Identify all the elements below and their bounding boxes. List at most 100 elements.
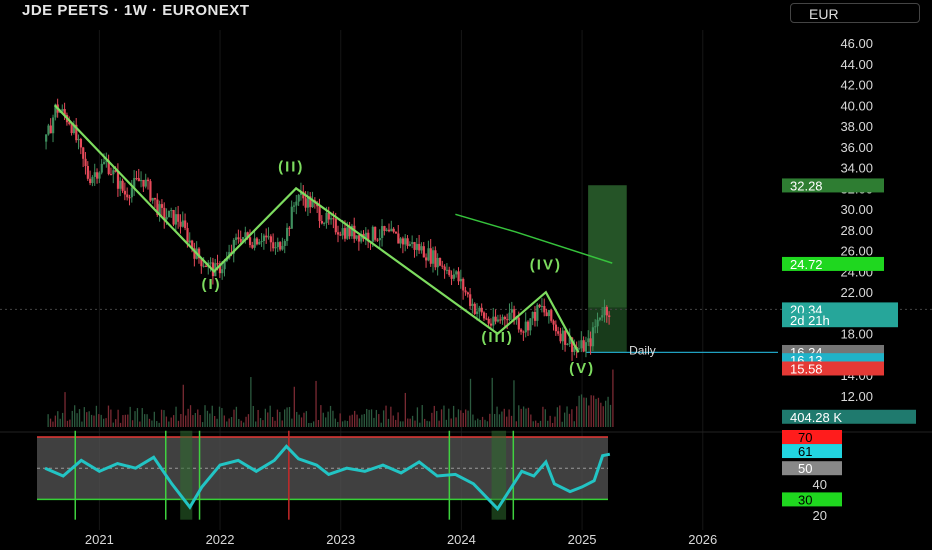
volume-bar: [518, 405, 520, 427]
y-tick-label: 34.00: [840, 161, 873, 176]
volume-bar: [252, 405, 254, 427]
volume-bar: [279, 412, 281, 427]
volume-bar: [351, 414, 353, 427]
candle-body: [144, 179, 147, 187]
candle-body: [394, 231, 398, 234]
volume-bar: [585, 397, 588, 427]
candle-body: [304, 198, 307, 208]
candle-body: [557, 331, 560, 334]
candle-body: [462, 278, 465, 291]
candle-body: [601, 315, 604, 318]
volume-bar: [158, 422, 160, 427]
candle-body: [160, 204, 164, 208]
volume-bar: [438, 420, 440, 427]
candle-body: [221, 269, 224, 274]
volume-bar: [322, 412, 324, 427]
volume-bar: [52, 421, 54, 427]
volume-bar: [47, 414, 49, 427]
candle-body: [355, 235, 358, 239]
rsi-tag: 30: [782, 492, 842, 507]
candle-body: [260, 241, 263, 243]
volume-bar: [209, 413, 211, 427]
candle-body: [429, 248, 432, 264]
candle-body: [121, 180, 124, 191]
candle-body: [147, 179, 150, 182]
candle-body: [499, 319, 502, 321]
candle-body: [204, 265, 208, 268]
x-tick-label: 2021: [85, 532, 114, 547]
candle-body: [216, 263, 219, 265]
volume-bar: [146, 414, 148, 427]
volume-bar: [481, 416, 484, 427]
volume-bar: [506, 416, 508, 427]
volume-bar: [380, 422, 382, 427]
price-tag: 32.28: [782, 178, 884, 193]
candle-body: [547, 310, 551, 317]
currency-selector[interactable]: EUR: [790, 3, 920, 23]
price-tag-text: 404.28 K: [790, 410, 842, 425]
candle-body: [253, 238, 256, 248]
volume-bar: [71, 410, 73, 427]
annotation-label: (II): [278, 159, 304, 176]
volume-bar: [64, 392, 66, 427]
candle-body: [559, 333, 562, 342]
candle-body: [353, 225, 356, 239]
candle-body: [272, 242, 275, 249]
volume-bar: [399, 421, 402, 427]
candle-body: [276, 242, 279, 248]
volume-bar: [455, 417, 457, 427]
rsi-tick-label: 20: [813, 508, 827, 523]
candle-body: [452, 274, 456, 279]
candle-body: [413, 242, 416, 250]
volume-bar: [337, 421, 339, 427]
volume-bar: [117, 409, 119, 427]
volume-bar: [532, 421, 534, 427]
volume-bar: [537, 422, 539, 427]
volume-bar: [189, 405, 192, 427]
candle-body: [383, 226, 386, 231]
volume-bar: [61, 412, 64, 427]
volume-bar: [428, 421, 431, 427]
candle-body: [418, 243, 421, 251]
volume-bar: [450, 418, 452, 427]
volume-bar: [510, 415, 513, 427]
candle-body: [281, 245, 284, 250]
volume-bar: [332, 410, 334, 427]
candle-body: [598, 317, 602, 320]
annotation-label: (III): [481, 329, 514, 346]
price-tag-text: 32.28: [790, 178, 823, 193]
volume-bar: [141, 408, 143, 427]
volume-bar: [122, 415, 124, 427]
candle-body: [485, 318, 488, 320]
volume-bar: [139, 421, 141, 427]
candle-body: [605, 306, 608, 316]
volume-bar: [339, 413, 341, 427]
candle-body: [531, 311, 534, 319]
candle-body: [102, 162, 106, 164]
y-tick-label: 26.00: [840, 244, 873, 259]
volume-bar: [172, 415, 175, 427]
volume-bar: [590, 395, 592, 427]
candle-body: [480, 307, 483, 313]
candle-body: [408, 244, 412, 246]
volume-bar: [602, 406, 604, 427]
candle-body: [594, 326, 597, 328]
volume-bar: [100, 414, 102, 427]
volume-bar: [571, 409, 573, 427]
candle-body: [466, 292, 469, 295]
candle-body: [165, 217, 168, 220]
volume-bar: [264, 408, 267, 427]
volume-bar: [561, 421, 563, 427]
volume-bar: [443, 405, 445, 427]
candle-body: [137, 178, 140, 182]
candle-body: [297, 194, 300, 202]
candle-body: [209, 262, 212, 264]
volume-bar: [185, 415, 187, 427]
volume-bar: [192, 415, 194, 427]
volume-bar: [255, 421, 257, 427]
volume-bar: [592, 395, 595, 427]
volume-bar: [600, 402, 602, 427]
volume-bar: [115, 419, 117, 427]
candle-body: [387, 229, 391, 232]
volume-bar: [368, 409, 370, 427]
